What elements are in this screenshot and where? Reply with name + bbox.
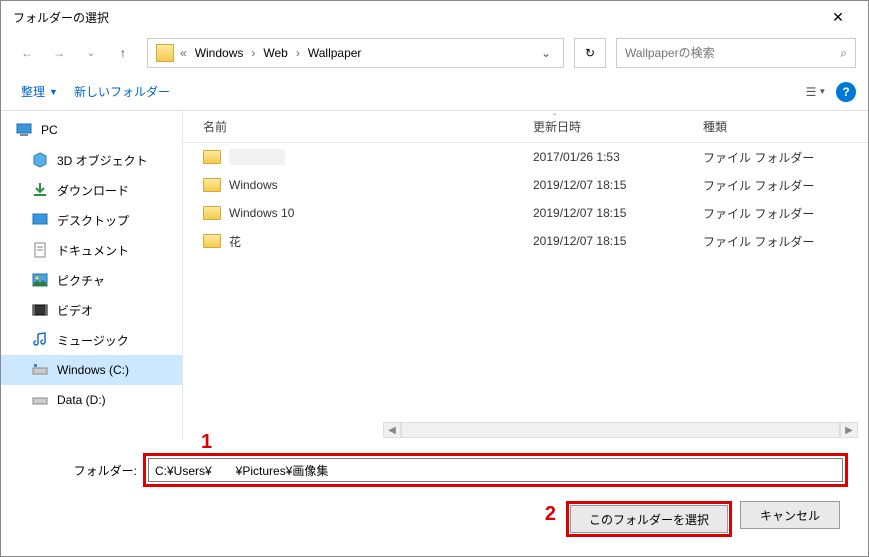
chevron-right-icon: « <box>178 46 189 60</box>
close-button[interactable]: ✕ <box>816 2 860 32</box>
breadcrumb[interactable]: « Windows › Web › Wallpaper ⌄ <box>147 38 564 68</box>
desktop-icon <box>31 211 49 229</box>
file-type: ファイル フォルダー <box>683 177 823 194</box>
sidebar-item-downloads[interactable]: ダウンロード <box>1 175 182 205</box>
table-row[interactable]: Windows 2019/12/07 18:15 ファイル フォルダー <box>183 171 868 199</box>
folder-path-input[interactable] <box>148 458 843 482</box>
sidebar-item-label: ダウンロード <box>57 182 129 199</box>
breadcrumb-dropdown[interactable]: ⌄ <box>533 46 559 60</box>
sidebar-item-drive-c[interactable]: Windows (C:) <box>1 355 182 385</box>
sidebar-item-pictures[interactable]: ピクチャ <box>1 265 182 295</box>
sidebar-item-label: Data (D:) <box>57 393 106 407</box>
sidebar-item-label: 3D オブジェクト <box>57 152 148 169</box>
sidebar-item-videos[interactable]: ビデオ <box>1 295 182 325</box>
scroll-right-icon[interactable]: ▶ <box>840 422 858 438</box>
download-icon <box>31 181 49 199</box>
chevron-right-icon: › <box>294 46 302 60</box>
scroll-left-icon[interactable]: ◀ <box>383 422 401 438</box>
col-name[interactable]: 名前 <box>183 118 513 135</box>
sidebar-item-documents[interactable]: ドキュメント <box>1 235 182 265</box>
document-icon <box>31 241 49 259</box>
help-icon[interactable]: ? <box>836 82 856 102</box>
folder-icon <box>203 206 221 220</box>
sidebar-item-desktop[interactable]: デスクトップ <box>1 205 182 235</box>
chevron-right-icon: › <box>249 46 257 60</box>
col-date[interactable]: 更新日時 <box>513 118 683 135</box>
blurred-name <box>229 149 285 165</box>
file-name: Windows <box>229 178 278 192</box>
pc-icon <box>15 121 33 139</box>
sidebar-item-label: PC <box>41 123 58 137</box>
sidebar-item-label: ミュージック <box>57 332 129 349</box>
sidebar-item-label: ビデオ <box>57 302 93 319</box>
sort-indicator-icon: ˆ <box>553 113 556 124</box>
file-name: Windows 10 <box>229 206 294 220</box>
col-type[interactable]: 種類 <box>683 118 823 135</box>
picture-icon <box>31 271 49 289</box>
new-folder-button[interactable]: 新しいフォルダー <box>66 79 178 104</box>
window-title: フォルダーの選択 <box>9 9 816 26</box>
search-input[interactable] <box>625 46 840 60</box>
scroll-track[interactable] <box>401 422 840 438</box>
table-row[interactable]: 2017/01/26 1:53 ファイル フォルダー <box>183 143 868 171</box>
file-type: ファイル フォルダー <box>683 205 823 222</box>
folder-icon <box>203 234 221 248</box>
table-row[interactable]: 花 2019/12/07 18:15 ファイル フォルダー <box>183 227 868 255</box>
video-icon <box>31 301 49 319</box>
sidebar-item-label: ドキュメント <box>57 242 129 259</box>
breadcrumb-seg[interactable]: Windows <box>189 46 250 60</box>
file-date: 2019/12/07 18:15 <box>513 234 683 248</box>
sidebar-item-label: Windows (C:) <box>57 363 129 377</box>
file-list: ˆ 名前 更新日時 種類 2017/01/26 1:53 ファイル フォルダー … <box>183 111 868 439</box>
file-name: 花 <box>229 233 241 250</box>
sidebar: PC 3D オブジェクト ダウンロード デスクトップ ドキュメント ピクチャ ビ… <box>1 111 183 439</box>
up-button[interactable]: ↑ <box>109 39 137 67</box>
file-type: ファイル フォルダー <box>683 149 823 166</box>
drive-icon <box>31 361 49 379</box>
folder-icon <box>203 178 221 192</box>
file-date: 2017/01/26 1:53 <box>513 150 683 164</box>
folder-label: フォルダー: <box>17 462 137 479</box>
drive-icon <box>31 391 49 409</box>
annotation-box-2: このフォルダーを選択 <box>566 501 732 537</box>
file-type: ファイル フォルダー <box>683 233 823 250</box>
sidebar-item-3d[interactable]: 3D オブジェクト <box>1 145 182 175</box>
table-row[interactable]: Windows 10 2019/12/07 18:15 ファイル フォルダー <box>183 199 868 227</box>
sidebar-item-music[interactable]: ミュージック <box>1 325 182 355</box>
annotation-2: 2 <box>545 503 556 539</box>
cube-icon <box>31 151 49 169</box>
chevron-down-icon: ▼ <box>49 87 58 97</box>
cancel-button[interactable]: キャンセル <box>740 501 840 529</box>
refresh-button[interactable]: ↻ <box>574 38 606 68</box>
breadcrumb-seg[interactable]: Wallpaper <box>302 46 368 60</box>
file-date: 2019/12/07 18:15 <box>513 206 683 220</box>
annotation-1: 1 <box>201 431 212 454</box>
folder-icon <box>203 150 221 164</box>
sidebar-item-pc[interactable]: PC <box>1 115 182 145</box>
forward-button: → <box>45 39 73 67</box>
file-date: 2019/12/07 18:15 <box>513 178 683 192</box>
sidebar-item-drive-d[interactable]: Data (D:) <box>1 385 182 415</box>
organize-menu[interactable]: 整理▼ <box>13 79 66 104</box>
folder-icon <box>156 44 174 62</box>
annotation-box-1 <box>143 453 848 487</box>
view-options[interactable]: ☰▼ <box>804 85 828 99</box>
recent-dropdown[interactable]: ⌄ <box>77 39 105 67</box>
music-icon <box>31 331 49 349</box>
horizontal-scrollbar[interactable]: ◀ ▶ <box>383 421 858 439</box>
select-folder-button[interactable]: このフォルダーを選択 <box>570 505 728 533</box>
search-icon[interactable]: ⌕ <box>840 46 847 61</box>
search-box[interactable]: ⌕ <box>616 38 856 68</box>
breadcrumb-seg[interactable]: Web <box>257 46 293 60</box>
back-button[interactable]: ← <box>13 39 41 67</box>
sidebar-item-label: デスクトップ <box>57 212 129 229</box>
sidebar-item-label: ピクチャ <box>57 272 105 289</box>
